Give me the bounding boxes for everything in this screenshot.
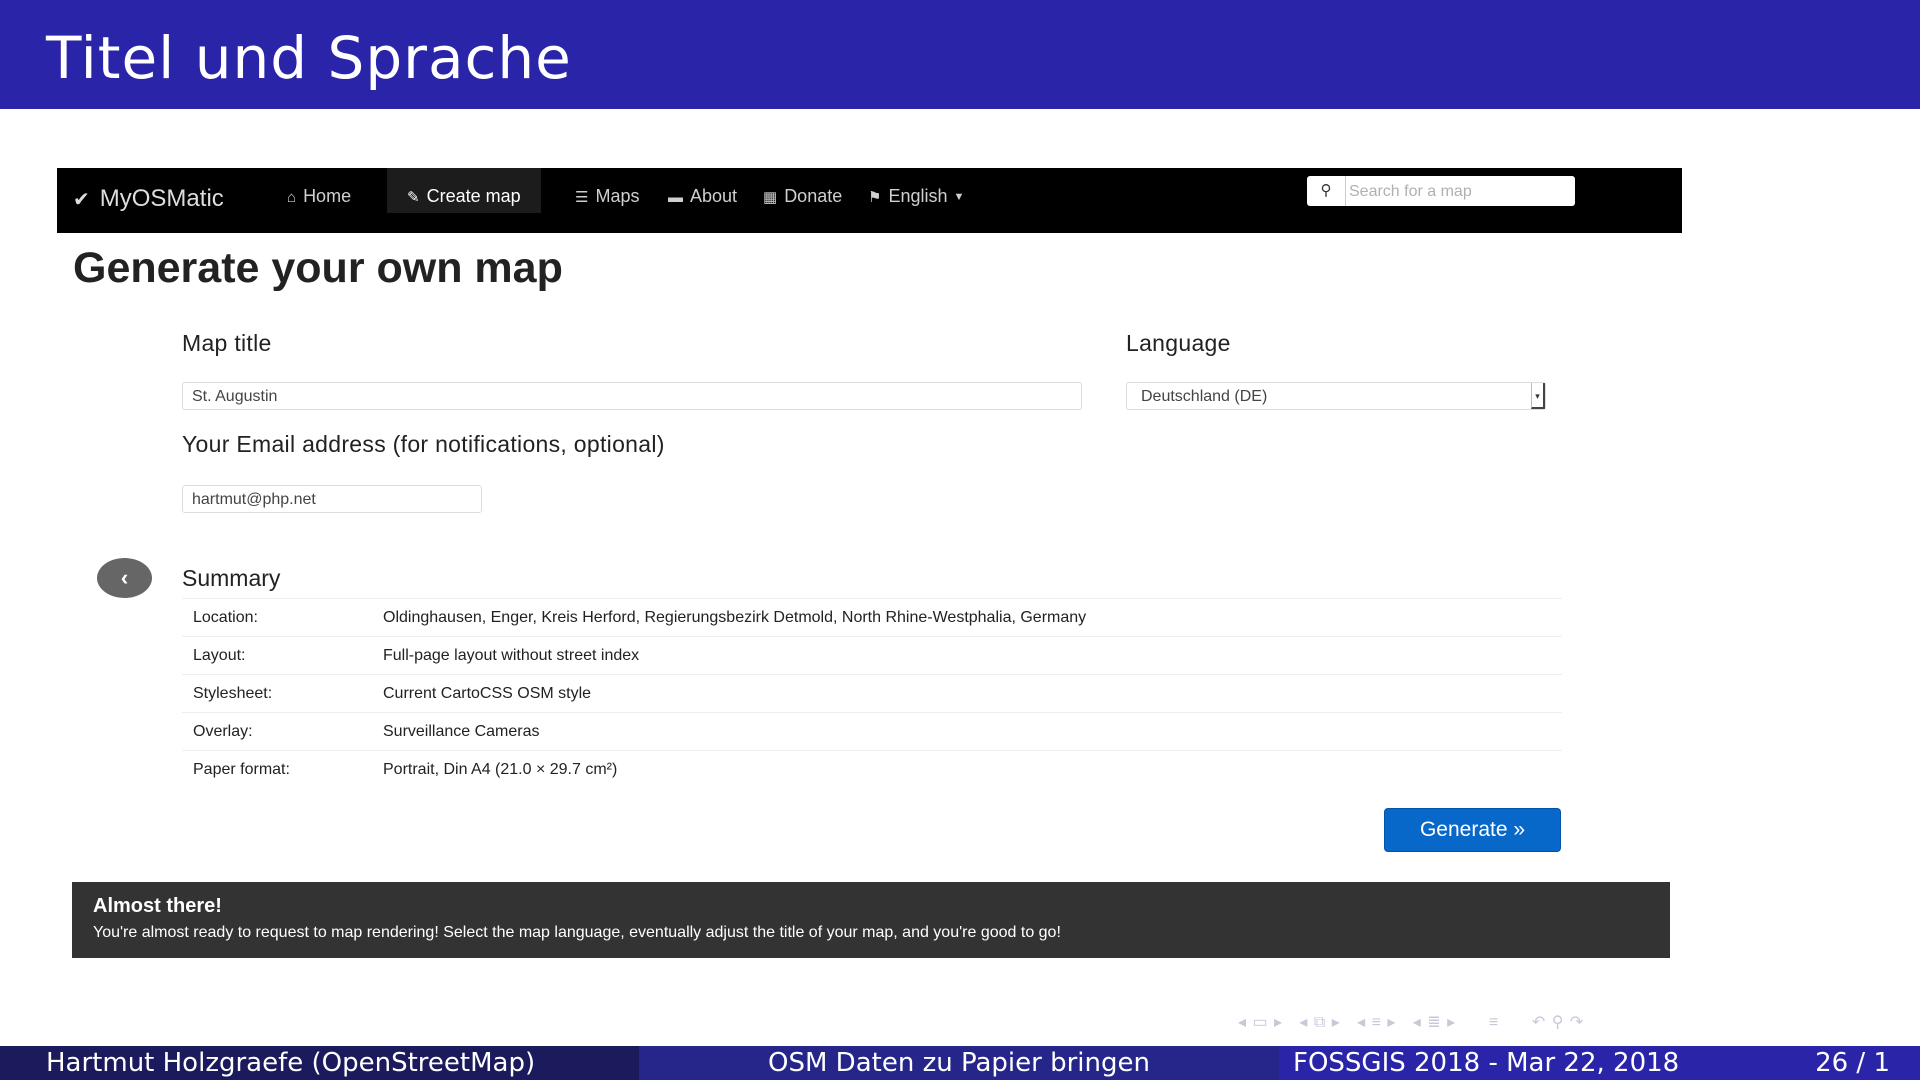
check-icon: ✔	[73, 189, 90, 211]
summary-value: Surveillance Cameras	[383, 723, 540, 740]
footer-event-box: FOSSGIS 2018 - Mar 22, 2018 26 / 1	[1279, 1046, 1920, 1080]
home-icon: ⌂	[287, 189, 297, 206]
alert-text: You're almost ready to request to map re…	[93, 924, 1061, 941]
search-icon[interactable]: ⚲	[1552, 1014, 1565, 1031]
footer-talk-title: OSM Daten zu Papier bringen	[768, 1048, 1150, 1078]
section-nav-icon[interactable]: ◂ ⧉ ▸	[1299, 1014, 1340, 1031]
back-button[interactable]: ‹	[97, 558, 152, 598]
gift-icon: ▦	[763, 189, 778, 206]
footer-event: FOSSGIS 2018 - Mar 22, 2018	[1293, 1048, 1680, 1078]
nav-about-label: About	[690, 186, 738, 206]
summary-key: Stylesheet:	[193, 685, 273, 702]
slide-title: Titel und Sprache	[46, 24, 572, 92]
map-title-input[interactable]: St. Augustin	[182, 382, 1082, 410]
caret-down-icon: ▼	[953, 191, 965, 203]
screenshot: ✔ MyOSMatic ⌂ Home ✎ Create map ☰ Maps ▬ Abou…	[57, 168, 1682, 958]
nav-about[interactable]: ▬ About	[648, 168, 757, 213]
email-label: Your Email address (for notifications, o…	[182, 431, 665, 457]
nav-create-map[interactable]: ✎ Create map	[387, 168, 541, 213]
nav-home-label: Home	[303, 186, 352, 206]
summary-value: Oldinghausen, Enger, Kreis Herford, Regi…	[383, 609, 1087, 626]
nav-language-label: English	[888, 186, 948, 206]
flag-icon: ⚑	[868, 189, 882, 206]
generate-button[interactable]: Generate »	[1384, 808, 1561, 852]
navbar: ✔ MyOSMatic ⌂ Home ✎ Create map ☰ Maps ▬ Abou…	[57, 168, 1682, 233]
alert-title: Almost there!	[93, 895, 222, 917]
summary-key: Layout:	[193, 647, 246, 664]
alert-box: Almost there! You're almost ready to req…	[72, 882, 1670, 958]
language-select[interactable]: Deutschland (DE) ▾	[1126, 382, 1546, 410]
frame-nav-icon[interactable]: ◂ ▭ ▸	[1238, 1014, 1283, 1031]
slide-header: Titel und Sprache	[0, 0, 1920, 109]
summary-value: Current CartoCSS OSM style	[383, 685, 592, 702]
search-icon[interactable]: ⚲	[1307, 176, 1346, 206]
brand-label: MyOSMatic	[99, 185, 224, 212]
language-label: Language	[1126, 330, 1231, 356]
summary-row-location: Location: Oldinghausen, Enger, Kreis Her…	[182, 598, 1562, 637]
nav-donate[interactable]: ▦ Donate	[743, 168, 862, 213]
summary-row-layout: Layout: Full-page layout without street …	[182, 636, 1562, 675]
footer-author-box: Hartmut Holzgraefe (OpenStreetMap)	[0, 1046, 639, 1080]
footer-title-box: OSM Daten zu Papier bringen	[639, 1046, 1279, 1080]
comment-icon: ▬	[668, 189, 683, 206]
search-box: ⚲	[1307, 176, 1575, 206]
summary-key: Location:	[193, 609, 258, 626]
menu-icon[interactable]: ≡	[1489, 1014, 1499, 1031]
summary-key: Paper format:	[193, 761, 290, 778]
summary-row-paper-format: Paper format: Portrait, Din A4 (21.0 × 2…	[182, 750, 1562, 789]
slide-footer: Hartmut Holzgraefe (OpenStreetMap) OSM D…	[0, 1046, 1920, 1080]
nav-home[interactable]: ⌂ Home	[267, 168, 371, 213]
footer-page-number: 26 / 1	[1815, 1048, 1890, 1078]
search-input[interactable]	[1347, 179, 1571, 205]
email-input[interactable]: hartmut@php.net	[182, 485, 482, 513]
list-icon: ☰	[575, 189, 589, 206]
map-title-label: Map title	[182, 330, 272, 356]
nav-maps-label: Maps	[595, 186, 640, 206]
beamer-navigation: ◂ ▭ ▸ ◂ ⧉ ▸ ◂ ≡ ▸ ◂ ≣ ▸ ≡ ↶ ⚲ ↷	[1238, 1012, 1584, 1032]
summary-value: Portrait, Din A4 (21.0 × 29.7 cm²)	[383, 761, 618, 778]
summary-row-stylesheet: Stylesheet: Current CartoCSS OSM style	[182, 674, 1562, 713]
nav-maps[interactable]: ☰ Maps	[555, 168, 659, 213]
slide-nav-icon[interactable]: ◂ ≣ ▸	[1413, 1014, 1456, 1031]
nav-donate-label: Donate	[784, 186, 843, 206]
language-selected-value: Deutschland (DE)	[1141, 388, 1268, 405]
summary-row-overlay: Overlay: Surveillance Cameras	[182, 712, 1562, 751]
nav-create-map-label: Create map	[426, 186, 521, 206]
forward-icon[interactable]: ↷	[1570, 1014, 1584, 1031]
chevron-left-icon: ‹	[120, 565, 129, 590]
summary-key: Overlay:	[193, 723, 253, 740]
back-icon[interactable]: ↶	[1532, 1014, 1546, 1031]
brand[interactable]: ✔ MyOSMatic	[73, 185, 224, 213]
subsection-nav-icon[interactable]: ◂ ≡ ▸	[1357, 1014, 1396, 1031]
select-arrow-icon: ▾	[1531, 383, 1545, 409]
nav-language-dropdown[interactable]: ⚑ English ▼	[848, 168, 984, 213]
summary-title: Summary	[182, 565, 281, 591]
summary-value: Full-page layout without street index	[383, 647, 640, 664]
footer-author: Hartmut Holzgraefe (OpenStreetMap)	[46, 1048, 536, 1078]
page-title: Generate your own map	[73, 244, 563, 292]
edit-icon: ✎	[407, 189, 420, 206]
